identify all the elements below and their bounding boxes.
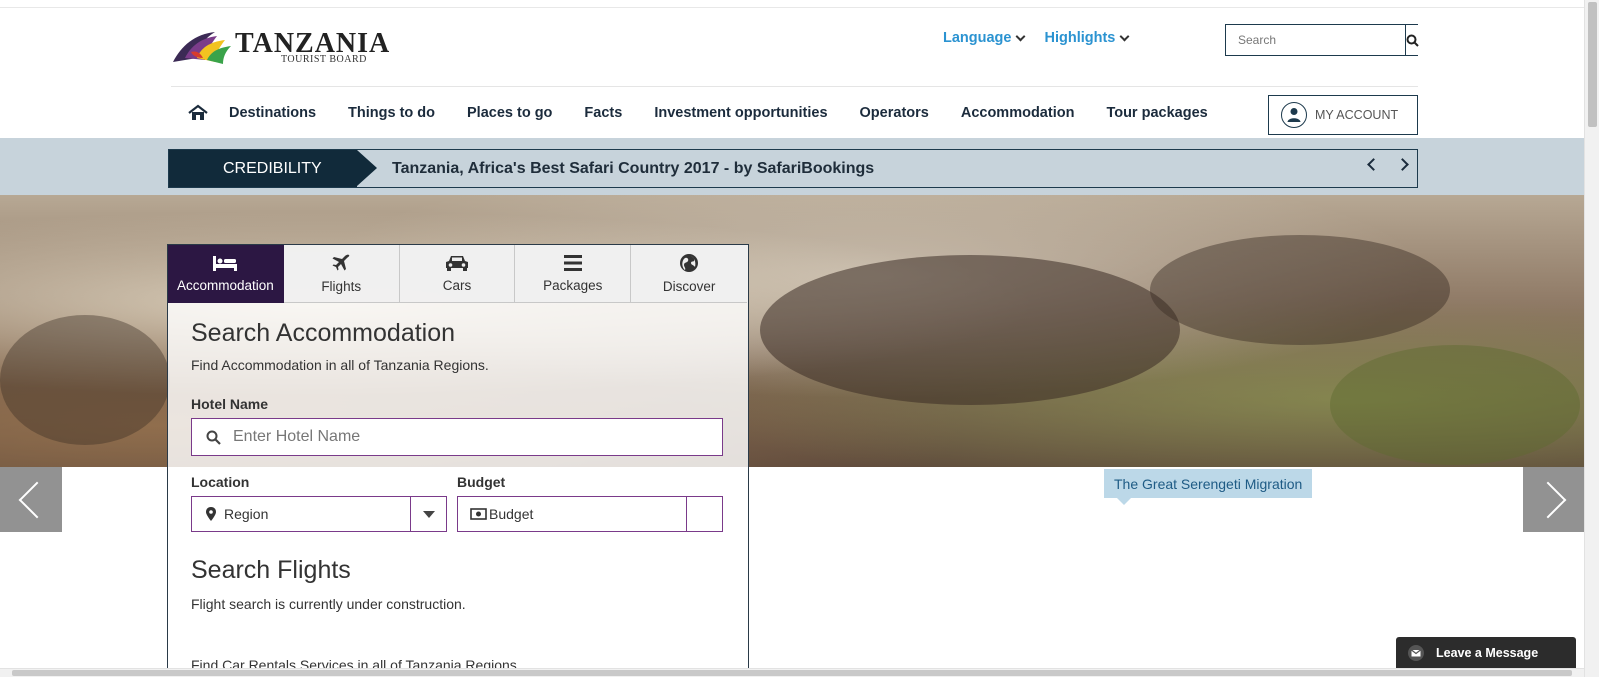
nav-investment-opportunities[interactable]: Investment opportunities [654,105,827,121]
tab-flights-label: Flights [321,279,362,294]
highlights-label: Highlights [1044,30,1116,46]
budget-select[interactable]: Budget [457,496,723,532]
search-icon [206,430,221,445]
top-links: Language Highlights [943,30,1130,46]
my-account-label: MY ACCOUNT [1315,108,1399,122]
location-dropdown-button[interactable] [410,497,446,531]
ticker-label-arrow [357,150,377,186]
nav-accommodation[interactable]: Accommodation [961,105,1075,121]
car-icon [445,256,468,271]
hero-herd-shape [760,255,1180,405]
logo-mark-icon [173,32,231,64]
map-pin-icon [206,507,216,521]
nav-facts[interactable]: Facts [584,105,622,121]
site-search [1225,24,1419,56]
hotel-name-field [191,418,723,456]
tab-accommodation[interactable]: Accommodation [168,245,284,303]
horizontal-scrollbar[interactable] [0,668,1584,677]
nav-tour-packages[interactable]: Tour packages [1106,105,1207,121]
home-link[interactable] [187,103,211,123]
budget-value: Budget [489,506,534,522]
page: TANZANIA TOURIST BOARD Language Highligh… [0,0,1599,677]
ticker-headline[interactable]: Tanzania, Africa's Best Safari Country 2… [392,150,874,187]
bed-icon [213,256,238,271]
search-accommodation-subtitle: Find Accommodation in all of Tanzania Re… [191,357,489,373]
user-icon [1281,102,1307,128]
tab-packages-label: Packages [543,278,603,293]
nav-operators[interactable]: Operators [860,105,929,121]
search-panel: Accommodation Flights Cars Packages Disc… [167,244,749,677]
leave-message-widget[interactable]: Leave a Message [1396,637,1576,668]
leave-message-label: Leave a Message [1436,645,1539,660]
chevron-left-icon [18,481,56,518]
envelope-icon [1408,644,1424,661]
search-button[interactable] [1405,25,1419,55]
search-flights-title: Search Flights [191,556,351,584]
hotel-name-label: Hotel Name [191,396,269,412]
highlights-dropdown[interactable]: Highlights [1044,30,1130,46]
chevron-down-icon [1016,31,1026,41]
chevron-right-icon [1529,481,1567,518]
hero-herd-shape [1150,235,1450,345]
tab-flights[interactable]: Flights [283,245,400,303]
tab-accommodation-label: Accommodation [177,278,274,293]
search-input[interactable] [1226,25,1405,55]
budget-label: Budget [457,474,506,490]
location-value-wrap: Region [192,506,410,522]
budget-dropdown-button[interactable] [686,497,722,531]
hero-grass-shape [1330,345,1580,465]
plane-icon [332,254,350,271]
nav-destinations[interactable]: Destinations [229,105,316,121]
my-account-button[interactable]: MY ACCOUNT [1268,95,1418,135]
tab-cars-label: Cars [442,278,472,293]
hero-caption-tip [1117,498,1131,505]
horizontal-scroll-thumb[interactable] [12,670,1572,676]
search-tabs: Accommodation Flights Cars Packages Disc… [168,245,747,303]
logo-subtitle: TOURIST BOARD [281,54,367,65]
globe-icon [680,254,699,272]
tab-packages[interactable]: Packages [515,245,632,303]
slider-next-button[interactable] [1523,467,1585,532]
location-label: Location [191,474,250,490]
logo[interactable]: TANZANIA TOURIST BOARD [171,24,421,68]
search-icon [1406,34,1419,47]
location-select[interactable]: Region [191,496,447,532]
hotel-name-input[interactable] [233,428,722,446]
header-divider [171,86,1418,87]
caret-down-icon [422,510,435,518]
vertical-scroll-thumb[interactable] [1588,2,1597,127]
flights-note: Flight search is currently under constru… [191,596,466,612]
nav-things-to-do[interactable]: Things to do [348,105,435,121]
search-accommodation-title: Search Accommodation [191,319,456,347]
top-strip [0,0,1584,8]
language-dropdown[interactable]: Language [943,30,1026,46]
tab-cars[interactable]: Cars [399,245,516,303]
hero-herd-shape [0,315,170,445]
language-label: Language [943,30,1012,46]
slider-prev-button[interactable] [0,467,62,532]
money-icon [470,508,487,520]
ticker-nav [1367,158,1409,171]
chevron-down-icon [1119,31,1130,41]
tab-discover-label: Discover [662,279,716,294]
ticker-next-icon[interactable] [1396,158,1409,171]
location-value: Region [224,506,269,522]
home-icon [188,104,208,120]
main-nav: Destinations Things to do Places to go F… [187,103,1240,123]
vertical-scrollbar[interactable] [1584,0,1599,677]
tab-discover[interactable]: Discover [631,245,747,303]
hero-caption: The Great Serengeti Migration [1104,469,1313,498]
news-ticker: CREDIBILITY Tanzania, Africa's Best Safa… [168,149,1418,188]
ticker-label: CREDIBILITY [169,150,357,187]
ticker-prev-icon[interactable] [1367,158,1380,171]
budget-value-wrap: Budget [458,506,686,522]
nav-places-to-go[interactable]: Places to go [467,105,552,121]
list-icon [563,255,582,271]
